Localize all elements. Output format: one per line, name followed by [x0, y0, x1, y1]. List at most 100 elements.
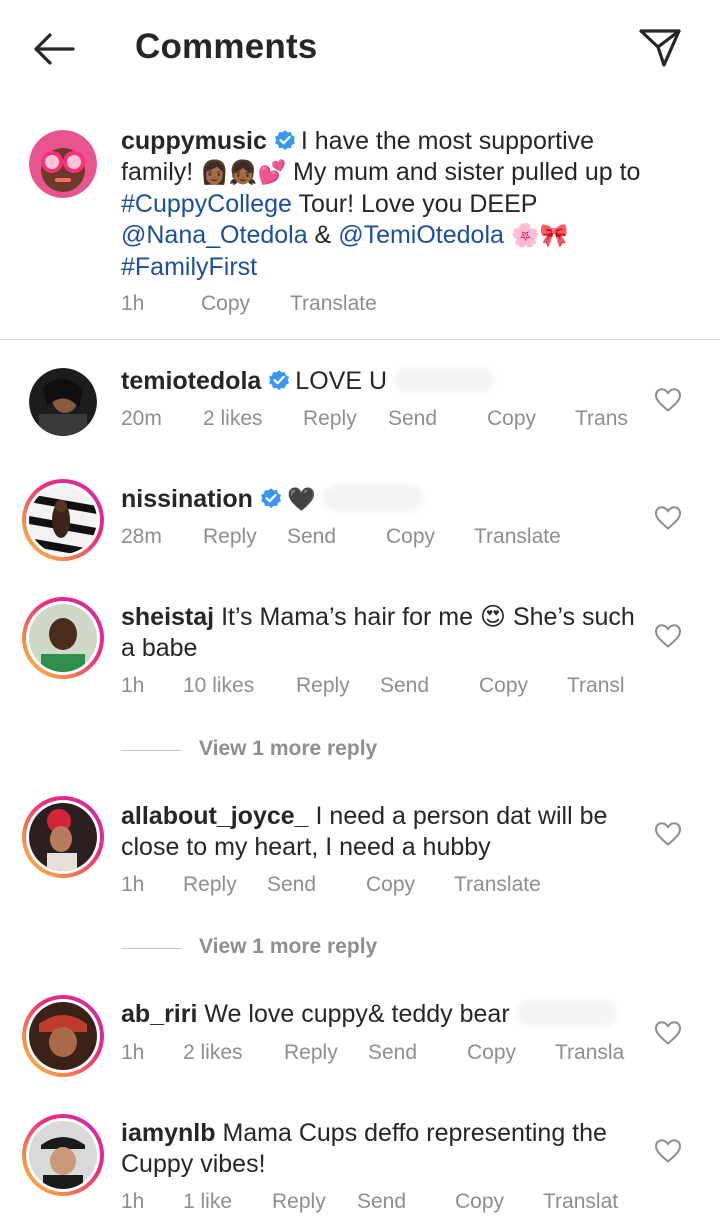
comment-text: temiotedola LOVE U: [121, 366, 641, 397]
verified-badge-icon: [269, 370, 290, 390]
avatar-inner: [26, 999, 100, 1073]
translate-button[interactable]: Translate: [474, 525, 561, 549]
post-caption: cuppymusic I have the most supportive fam…: [0, 120, 720, 340]
caption-text: cuppymusic I have the most supportive fam…: [121, 126, 641, 283]
avatar-image: [29, 130, 97, 198]
caption-time: 1h: [121, 292, 145, 315]
replies-line: [121, 750, 181, 751]
mention-link[interactable]: @Nana_Otedola: [121, 221, 308, 249]
comment-time: 20m: [121, 407, 162, 430]
likes-count[interactable]: 2 likes: [183, 1041, 243, 1065]
reply-button[interactable]: Reply: [303, 407, 357, 431]
comment-time: 1h: [121, 1041, 145, 1064]
avatar-image: [29, 604, 97, 672]
hashtag-link[interactable]: #FamilyFirst: [121, 253, 257, 281]
reply-button[interactable]: Reply: [203, 525, 257, 549]
copy-button[interactable]: Copy: [487, 407, 536, 431]
avatar-image: [29, 486, 97, 558]
comment-text: allabout_joyce_ I need a person dat will…: [121, 801, 641, 863]
like-heart-icon[interactable]: [654, 505, 682, 531]
comment-text: nissination 🖤: [121, 484, 641, 516]
send-button[interactable]: Send: [267, 873, 316, 897]
avatar[interactable]: [22, 995, 104, 1077]
avatar-inner: [26, 601, 100, 675]
avatar[interactable]: [29, 130, 97, 198]
copy-button[interactable]: Copy: [479, 674, 528, 698]
copy-button[interactable]: Copy: [467, 1041, 516, 1065]
view-more-label: View 1 more reply: [199, 737, 378, 760]
likes-count[interactable]: 10 likes: [183, 674, 254, 698]
divider: [0, 339, 720, 340]
avatar[interactable]: [29, 368, 97, 436]
like-heart-icon[interactable]: [654, 1020, 682, 1046]
copy-button[interactable]: Copy: [201, 292, 250, 316]
share-button[interactable]: [634, 24, 686, 72]
translate-button[interactable]: Translate: [290, 292, 377, 316]
comment-body: LOVE U: [295, 367, 387, 395]
replies-line: [121, 948, 181, 949]
back-arrow-icon: [34, 33, 75, 65]
avatar-image: [29, 1002, 97, 1070]
like-heart-icon[interactable]: [654, 1138, 682, 1164]
comment-text: iamynlb Mama Cups deffo representing the…: [121, 1118, 641, 1180]
send-button[interactable]: Send: [388, 407, 437, 431]
comment-username[interactable]: allabout_joyce_: [121, 802, 309, 830]
comment-username[interactable]: sheistaj: [121, 603, 214, 631]
view-more-replies[interactable]: View 1 more reply: [121, 737, 421, 767]
avatar[interactable]: [22, 796, 104, 878]
likes-count[interactable]: 2 likes: [203, 407, 263, 431]
reply-button[interactable]: Reply: [272, 1190, 326, 1214]
comment-time: 1h: [121, 873, 145, 896]
redaction-blur: [516, 1000, 617, 1026]
avatar-image: [29, 368, 97, 436]
comment-username[interactable]: iamynlb: [121, 1119, 215, 1147]
redaction-blur: [322, 485, 423, 511]
send-button[interactable]: Send: [357, 1190, 406, 1214]
avatar-inner: [26, 800, 100, 874]
comment-time: 28m: [121, 525, 162, 548]
translate-button[interactable]: Translat: [543, 1190, 618, 1214]
reply-button[interactable]: Reply: [284, 1041, 338, 1065]
avatar-image: [29, 803, 97, 871]
avatar-image: [29, 1121, 97, 1189]
translate-button[interactable]: Transla: [555, 1041, 624, 1065]
avatar[interactable]: [22, 1114, 104, 1196]
comment-time: 1h: [121, 1190, 145, 1213]
comment-text: ab_riri We love cuppy& teddy bear: [121, 999, 641, 1030]
caption-username[interactable]: cuppymusic: [121, 127, 267, 155]
comment-time: 1h: [121, 674, 145, 697]
like-heart-icon[interactable]: [654, 387, 682, 413]
verified-badge-icon: [260, 488, 281, 508]
copy-button[interactable]: Copy: [455, 1190, 504, 1214]
translate-button[interactable]: Translate: [454, 873, 541, 897]
view-more-replies[interactable]: View 1 more reply: [121, 935, 421, 965]
comment-username[interactable]: temiotedola: [121, 367, 261, 395]
copy-button[interactable]: Copy: [366, 873, 415, 897]
send-button[interactable]: Send: [368, 1041, 417, 1065]
reply-button[interactable]: Reply: [296, 674, 350, 698]
copy-button[interactable]: Copy: [386, 525, 435, 549]
translate-button[interactable]: Trans: [575, 407, 628, 431]
view-more-label: View 1 more reply: [199, 935, 378, 958]
mention-link[interactable]: @TemiOtedola: [338, 221, 504, 249]
reply-button[interactable]: Reply: [183, 873, 237, 897]
avatar-inner: [26, 1118, 100, 1192]
comment-body: We love cuppy& teddy bear: [204, 1000, 510, 1028]
likes-count[interactable]: 1 like: [183, 1190, 232, 1214]
avatar[interactable]: [22, 479, 104, 561]
caption-emoji: 👩🏾‍👧🏾💕: [200, 160, 287, 186]
caption-emoji: 🌸🎀: [503, 223, 569, 249]
hashtag-link[interactable]: #CuppyCollege: [121, 190, 292, 218]
comment-username[interactable]: ab_riri: [121, 1000, 197, 1028]
page-title: Comments: [135, 27, 318, 66]
translate-button[interactable]: Transl: [567, 674, 625, 698]
like-heart-icon[interactable]: [654, 821, 682, 847]
redaction-blur: [393, 367, 494, 393]
back-button[interactable]: [28, 26, 78, 72]
caption-text-part: &: [307, 221, 339, 249]
comment-username[interactable]: nissination: [121, 485, 253, 513]
like-heart-icon[interactable]: [654, 623, 682, 649]
send-button[interactable]: Send: [287, 525, 336, 549]
avatar[interactable]: [22, 597, 104, 679]
send-button[interactable]: Send: [380, 674, 429, 698]
